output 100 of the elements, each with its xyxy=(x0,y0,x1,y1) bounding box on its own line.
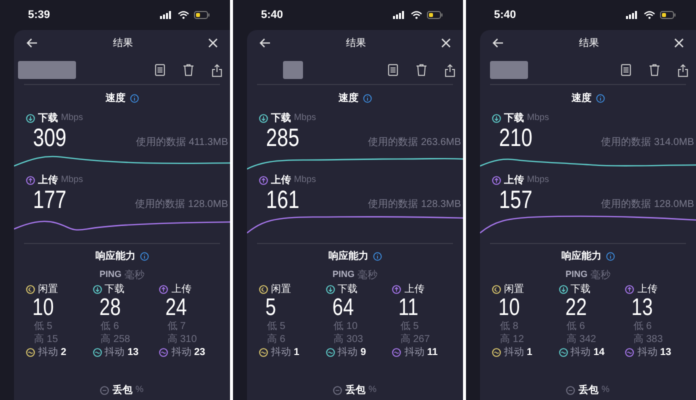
jitter-label: 抖动 23 xyxy=(171,346,206,360)
info-icon[interactable] xyxy=(130,94,138,102)
trash-icon[interactable] xyxy=(649,64,660,76)
ping-value: 64 xyxy=(331,296,354,320)
wifi-icon xyxy=(178,11,189,19)
jitter-label: 抖动 11 xyxy=(404,346,438,360)
ping-type-label: 闲置 xyxy=(504,282,524,296)
info-icon[interactable] xyxy=(140,252,148,260)
wave-circle-icon xyxy=(326,348,335,357)
info-icon[interactable] xyxy=(362,94,372,102)
speed-value: 177 xyxy=(33,187,66,213)
wave-circle-icon xyxy=(92,348,102,357)
share-icon[interactable] xyxy=(445,64,455,76)
document-icon[interactable] xyxy=(155,64,165,76)
ping-unit: 毫秒 xyxy=(358,268,378,282)
wifi-icon xyxy=(411,11,422,19)
ping-value: 11 xyxy=(398,296,419,320)
ping-low: 低 5 xyxy=(33,320,52,333)
data-used-label: 使用的数据 128.0MB xyxy=(135,198,228,212)
section-title: 速度 xyxy=(106,91,126,106)
ping-type-label: 闲置 xyxy=(38,282,58,296)
share-icon[interactable] xyxy=(678,64,688,76)
close-icon[interactable] xyxy=(441,38,451,48)
minus-circle-icon xyxy=(566,386,576,394)
ping-high: 高 310 xyxy=(166,333,197,346)
signal-icon xyxy=(160,11,173,19)
status-time: 5:39 xyxy=(28,8,50,23)
ping-label: PING xyxy=(332,268,354,282)
share-icon[interactable] xyxy=(212,64,222,76)
arrow-up-circle-icon xyxy=(625,284,634,294)
jitter-label: 抖动 1 xyxy=(271,346,300,360)
screen-title: 结果 xyxy=(578,36,600,50)
wifi-icon xyxy=(644,11,655,19)
arrow-up-circle-icon xyxy=(26,176,35,184)
redacted-block xyxy=(283,61,303,79)
ping-label: PING xyxy=(565,268,588,282)
ping-high: 高 258 xyxy=(100,333,130,346)
jitter-label: 抖动 13 xyxy=(637,346,672,360)
packet-loss-unit: % xyxy=(135,383,144,396)
battery-icon xyxy=(194,11,210,19)
jitter-label: 抖动 13 xyxy=(104,346,139,360)
wave-circle-icon xyxy=(159,348,168,357)
back-arrow-icon[interactable] xyxy=(259,38,271,48)
ping-high: 高 267 xyxy=(399,333,430,346)
minus-circle-icon xyxy=(100,386,110,394)
ping-value: 5 xyxy=(264,296,276,320)
close-icon[interactable] xyxy=(208,38,218,48)
speed-unit: Mbps xyxy=(294,173,316,186)
minus-circle-icon xyxy=(333,386,342,394)
ping-low: 低 7 xyxy=(166,320,186,333)
signal-icon xyxy=(393,11,406,19)
ping-type-label: 上传 xyxy=(404,282,424,296)
ping-value: 10 xyxy=(31,296,54,320)
section-title: 响应能力 xyxy=(328,249,368,264)
ping-high: 高 342 xyxy=(566,333,596,346)
section-title: 速度 xyxy=(338,91,358,106)
info-icon[interactable] xyxy=(606,252,614,260)
speed-label: 下载 xyxy=(271,112,291,126)
packet-loss-unit: % xyxy=(368,383,376,396)
trash-icon[interactable] xyxy=(183,64,194,76)
ping-unit: 毫秒 xyxy=(590,268,610,282)
info-icon[interactable] xyxy=(372,252,382,260)
ping-value: 24 xyxy=(164,296,188,320)
speed-label: 上传 xyxy=(38,174,58,188)
ping-value: 28 xyxy=(98,296,120,320)
packet-loss-label: 丢包 xyxy=(112,384,132,398)
ping-type-label: 下载 xyxy=(570,282,591,296)
redacted-block xyxy=(18,61,76,79)
wave-circle-icon xyxy=(259,348,268,357)
moon-circle-icon xyxy=(26,284,35,294)
ping-type-label: 闲置 xyxy=(271,282,291,296)
back-arrow-icon[interactable] xyxy=(492,38,504,48)
ping-label: PING xyxy=(99,268,122,282)
trash-icon[interactable] xyxy=(416,64,427,76)
redacted-block xyxy=(490,61,528,79)
arrow-up-circle-icon xyxy=(259,176,268,184)
data-used-label: 使用的数据 411.3MB xyxy=(136,136,228,150)
document-icon[interactable] xyxy=(621,64,631,76)
document-icon[interactable] xyxy=(388,64,398,76)
back-arrow-icon[interactable] xyxy=(26,38,38,48)
wave-circle-icon xyxy=(26,348,35,357)
data-used-label: 使用的数据 128.0MB xyxy=(601,198,694,212)
section-title: 响应能力 xyxy=(96,249,136,264)
jitter-label: 抖动 2 xyxy=(38,346,66,360)
battery-icon xyxy=(660,11,676,19)
screen-title: 结果 xyxy=(345,36,367,50)
ping-type-label: 上传 xyxy=(171,282,192,296)
battery-icon xyxy=(427,11,443,19)
ping-type-label: 下载 xyxy=(104,282,125,296)
close-icon[interactable] xyxy=(674,38,684,48)
arrow-down-circle-icon xyxy=(26,114,35,122)
speed-label: 上传 xyxy=(504,174,524,188)
speed-value: 157 xyxy=(499,187,532,213)
ping-low: 低 6 xyxy=(566,320,585,333)
section-title: 响应能力 xyxy=(562,249,602,264)
screen-title: 结果 xyxy=(112,36,134,50)
info-icon[interactable] xyxy=(596,94,604,102)
speed-unit: Mbps xyxy=(61,111,84,124)
ping-type-label: 下载 xyxy=(338,282,358,296)
speed-unit: Mbps xyxy=(61,173,84,186)
